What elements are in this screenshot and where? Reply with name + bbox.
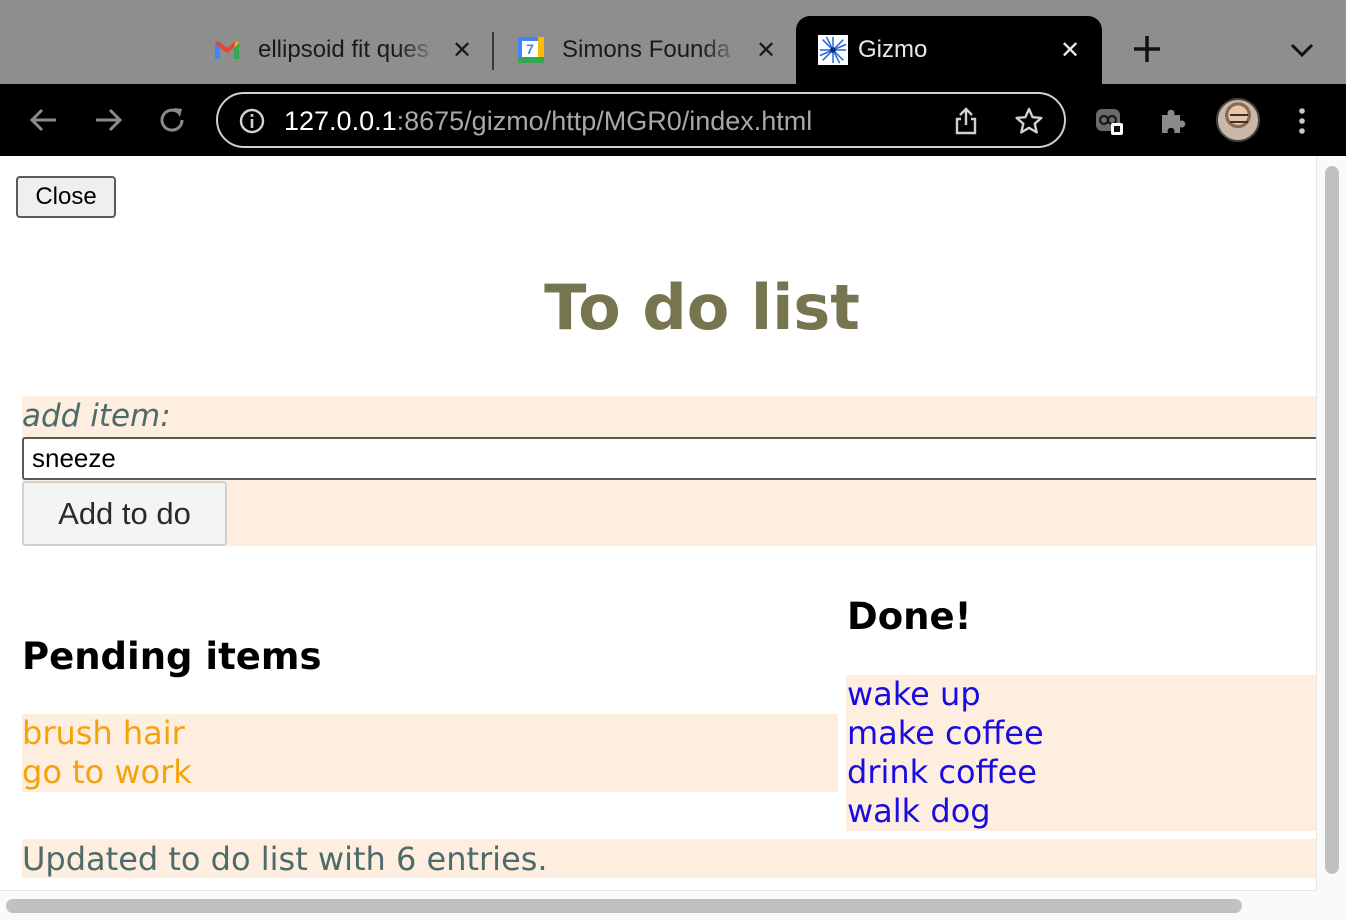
address-bar[interactable]: 127.0.0.1:8675/gizmo/http/MGR0/index.htm… [216,92,1066,148]
share-icon[interactable] [952,106,980,136]
gmail-icon [215,41,239,59]
reload-icon[interactable] [156,104,188,136]
close-tab-icon[interactable]: ✕ [1056,36,1084,64]
horizontal-scrollbar[interactable] [0,890,1316,920]
done-item[interactable]: make coffee [846,714,1316,753]
forward-arrow-icon[interactable] [92,104,124,136]
close-tab-icon[interactable]: ✕ [752,36,780,64]
pending-list: brush hair go to work [22,714,838,792]
tab-title-fade [398,35,438,65]
page-title: To do list [544,271,860,344]
tab-strip: ellipsoid fit ques ✕ 7 Simons Founda ✕ G… [0,0,1346,84]
gizmo-icon [818,35,848,65]
add-item-label: add item: [22,398,171,434]
pending-item[interactable]: go to work [22,753,838,792]
url-path: :8675/gizmo/http/MGR0/index.html [396,106,813,136]
page-content: Close To do list add item: Add to do Pen… [0,156,1316,890]
chevron-down-icon[interactable] [1288,38,1316,62]
puzzle-extensions-icon[interactable] [1158,106,1188,136]
done-item[interactable]: wake up [846,675,1316,714]
done-item[interactable]: drink coffee [846,753,1316,792]
horizontal-scrollbar-thumb[interactable] [6,899,1242,913]
tab-gizmo[interactable]: Gizmo ✕ [796,16,1102,84]
calendar-icon: 7 [518,37,544,63]
add-to-do-button[interactable]: Add to do [22,481,227,546]
add-item-panel: add item: Add to do [22,396,1316,546]
bookmark-star-icon[interactable] [1014,106,1044,136]
url-host: 127.0.0.1 [284,106,397,136]
tab-title: Gizmo [858,36,928,63]
svg-text:7: 7 [526,41,534,57]
avatar[interactable] [1216,98,1260,142]
browser-toolbar: 127.0.0.1:8675/gizmo/http/MGR0/index.htm… [0,84,1346,156]
tab-title-fade [702,35,742,65]
vertical-scrollbar[interactable] [1316,156,1346,920]
scrollbar-corner [1316,890,1346,920]
status-message: Updated to do list with 6 entries. [22,839,1316,878]
extension-icon[interactable] [1094,106,1124,136]
pending-items-heading: Pending items [22,635,322,678]
more-menu-icon[interactable] [1292,106,1312,136]
tab-gmail[interactable]: ellipsoid fit ques ✕ [196,16,492,84]
site-info-icon[interactable] [238,107,266,135]
new-tab-icon[interactable] [1130,32,1164,66]
done-list: wake up make coffee drink coffee walk do… [846,675,1316,831]
close-button[interactable]: Close [16,176,116,218]
close-tab-icon[interactable]: ✕ [448,36,476,64]
done-item[interactable]: walk dog [846,792,1316,831]
tab-separator [492,32,494,70]
vertical-scrollbar-thumb[interactable] [1325,166,1339,874]
add-item-input[interactable] [22,437,1316,480]
back-arrow-icon[interactable] [28,104,60,136]
tab-calendar[interactable]: 7 Simons Founda ✕ [500,16,796,84]
url-text[interactable]: 127.0.0.1:8675/gizmo/http/MGR0/index.htm… [284,104,812,138]
pending-item[interactable]: brush hair [22,714,838,753]
done-heading: Done! [847,595,972,638]
